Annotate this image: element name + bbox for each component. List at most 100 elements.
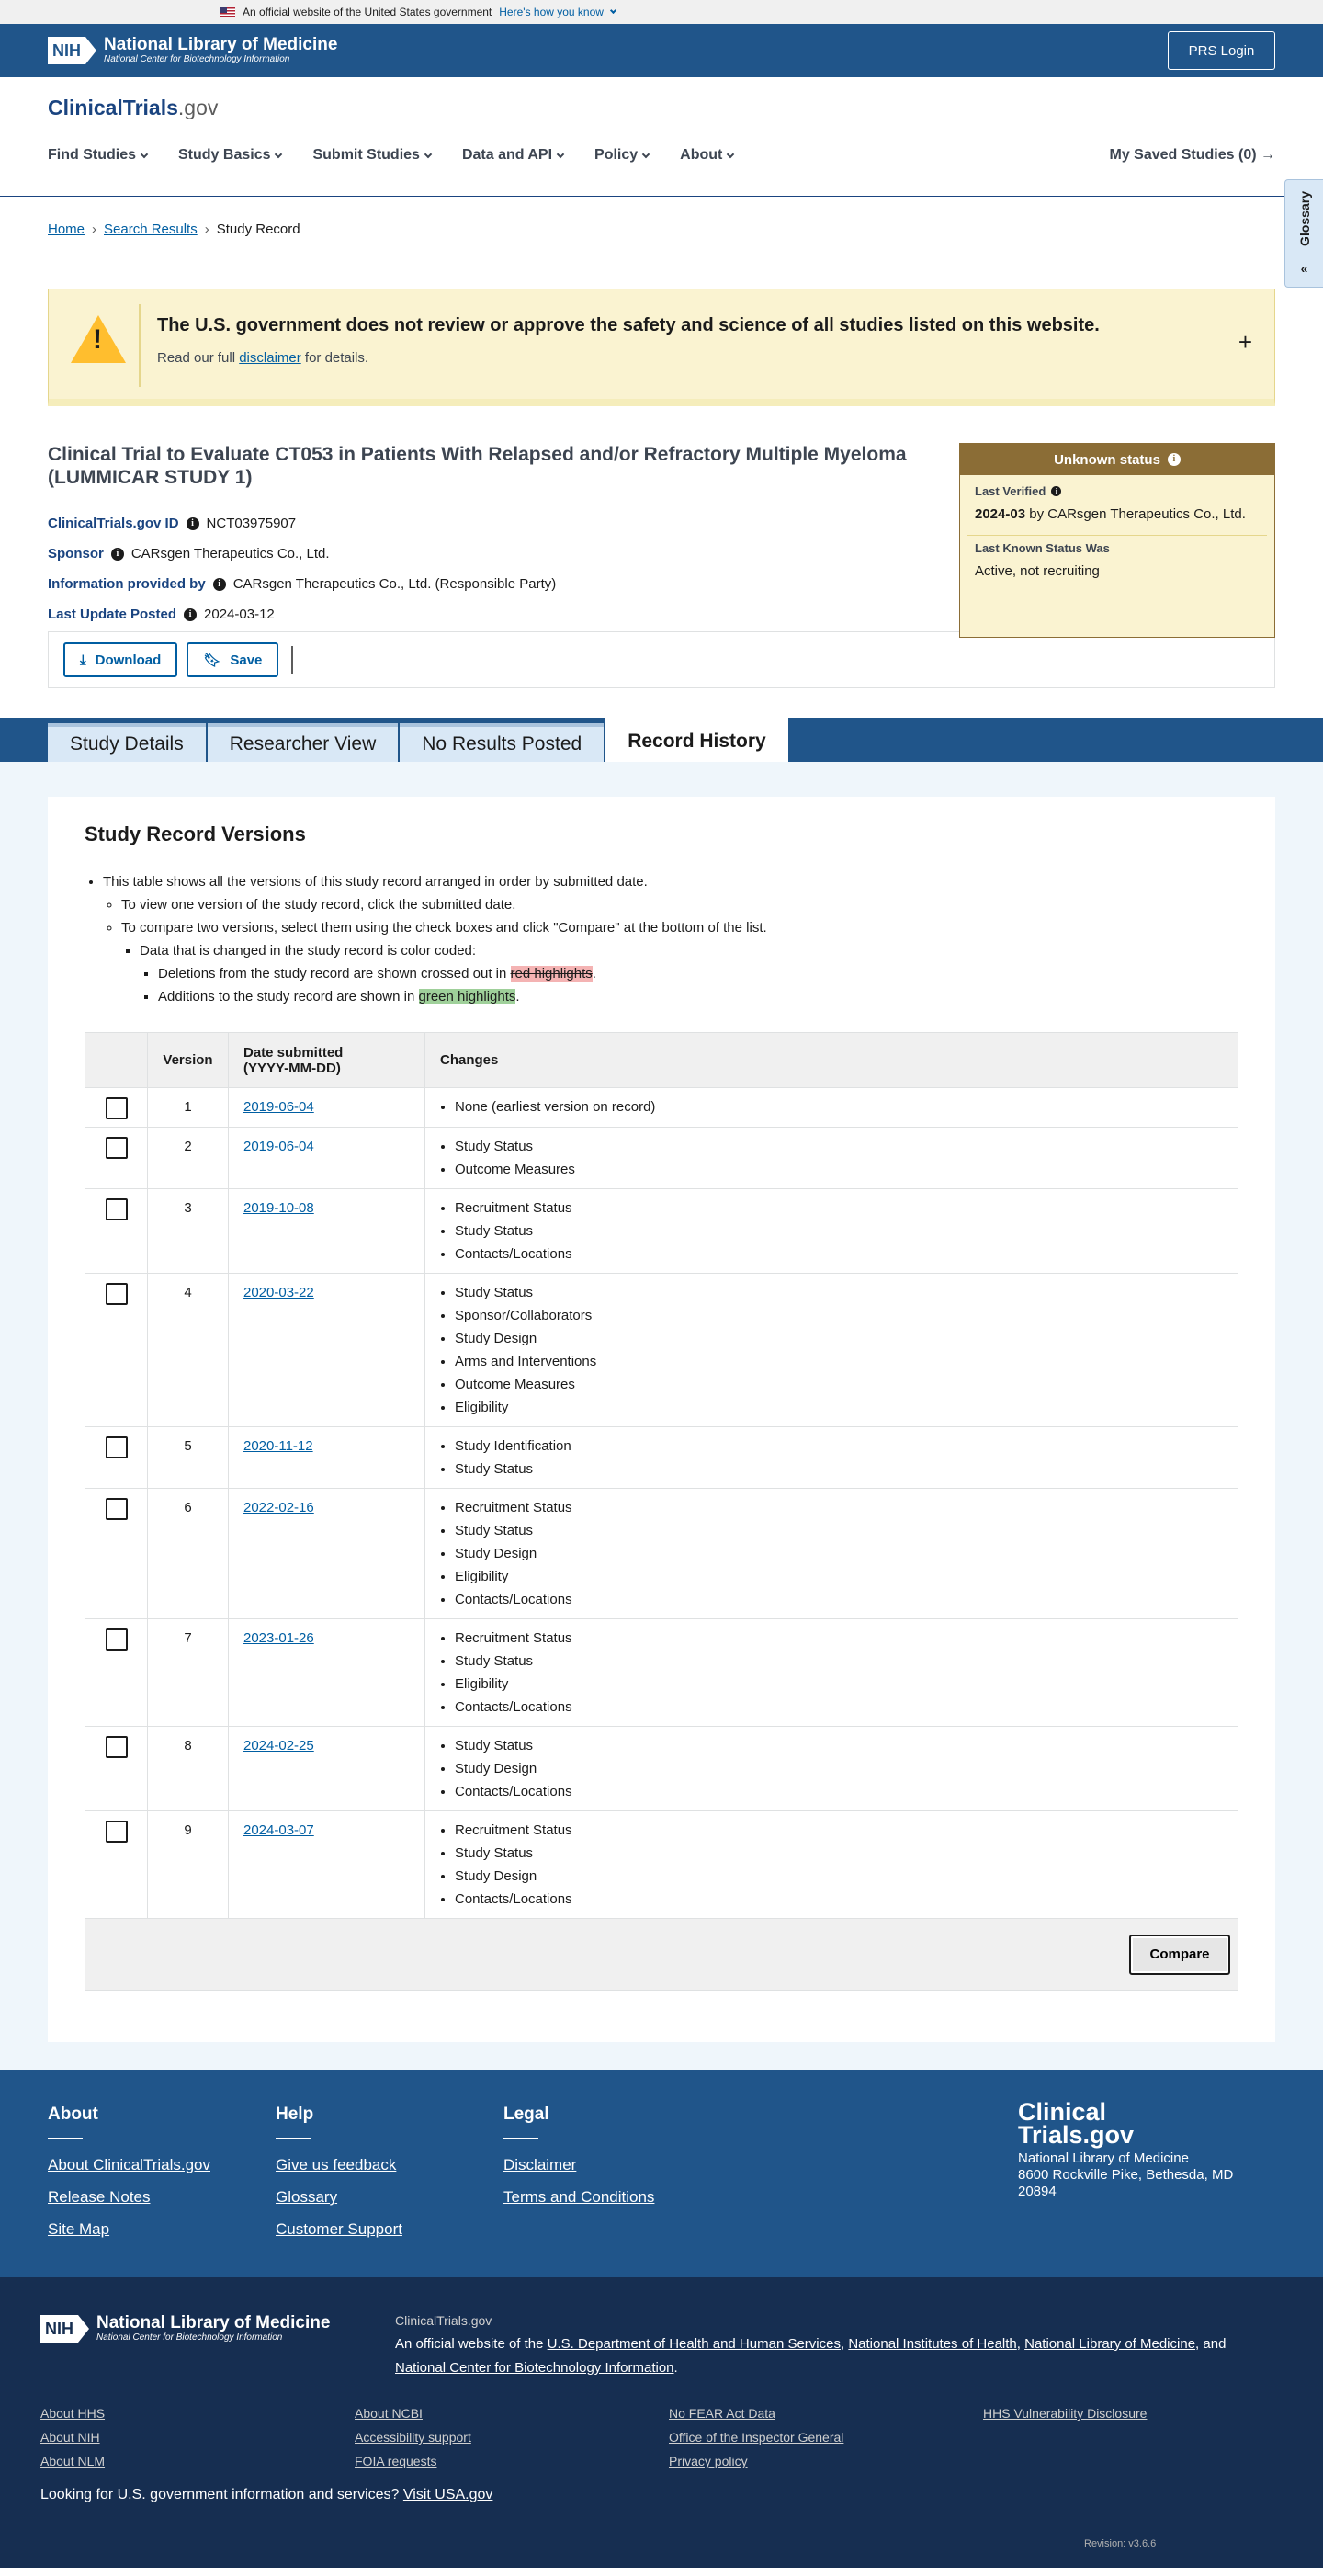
study-header: Clinical Trial to Evaluate CT053 in Pati… xyxy=(0,406,1323,638)
agency-link[interactable]: Accessibility support xyxy=(355,2430,669,2445)
footer-link[interactable]: Glossary xyxy=(276,2188,402,2207)
version-date-link[interactable]: 2020-11-12 xyxy=(243,1438,313,1454)
version-date-link[interactable]: 2019-06-04 xyxy=(243,1099,314,1115)
footer-link[interactable]: Give us feedback xyxy=(276,2156,402,2174)
nav-study-basics[interactable]: Study Basics xyxy=(178,147,283,164)
usa-gov-link[interactable]: Visit USA.gov xyxy=(403,2487,493,2502)
footer-logo[interactable]: Clinical Trials.gov xyxy=(1018,2100,1233,2148)
version-date-link[interactable]: 2024-03-07 xyxy=(243,1822,314,1838)
table-row: 7 2023-01-26 Recruitment StatusStudy Statu… xyxy=(85,1618,1238,1727)
nih-link[interactable]: National Institutes of Health xyxy=(848,2336,1016,2352)
red-highlight-sample: red highlights xyxy=(510,966,593,982)
version-checkbox[interactable] xyxy=(105,1628,128,1651)
info-icon[interactable]: i xyxy=(186,516,199,530)
version-checkbox[interactable] xyxy=(105,1137,128,1159)
table-row: 5 2020-11-12 Study IdentificationStudy Sta… xyxy=(85,1426,1238,1489)
version-changes: None (earliest version on record) xyxy=(424,1087,1238,1128)
info-icon[interactable]: i xyxy=(212,577,226,591)
hhs-link[interactable]: U.S. Department of Health and Human Serv… xyxy=(548,2336,841,2352)
table-row: 3 2019-10-08 Recruitment StatusStudy Statu… xyxy=(85,1188,1238,1274)
info-icon[interactable]: i xyxy=(1167,453,1181,466)
footer-link[interactable]: Release Notes xyxy=(48,2188,210,2207)
table-row: 9 2024-03-07 Recruitment StatusStudy Statu… xyxy=(85,1810,1238,1919)
gov-banner: An official website of the United States… xyxy=(0,0,1323,24)
change-item: Study Identification xyxy=(455,1435,1223,1458)
table-row: 8 2024-02-25 Study StatusStudy DesignConta… xyxy=(85,1726,1238,1811)
nav-policy[interactable]: Policy xyxy=(594,147,650,164)
prs-login-button[interactable]: PRS Login xyxy=(1168,31,1275,70)
change-item: Study Status xyxy=(455,1220,1223,1243)
chevron-down-icon[interactable] xyxy=(609,6,616,15)
agency-link[interactable]: Privacy policy xyxy=(669,2454,983,2468)
change-item: Recruitment Status xyxy=(455,1819,1223,1842)
breadcrumb-search-results[interactable]: Search Results xyxy=(104,221,198,237)
saved-studies-link[interactable]: My Saved Studies (0) → xyxy=(1110,147,1276,164)
save-button[interactable]: 🔖︎ Save xyxy=(187,642,279,677)
nih-bar: NIH National Library of Medicine Nationa… xyxy=(0,24,1323,77)
version-checkbox[interactable] xyxy=(105,1436,128,1458)
agency-statement: ClinicalTrials.gov An official website o… xyxy=(395,2313,1227,2376)
meta-value: CARsgen Therapeutics Co., Ltd. xyxy=(130,546,330,562)
agency-link[interactable]: About NLM xyxy=(40,2454,355,2468)
download-button[interactable]: ⤓ Download xyxy=(63,642,178,677)
version-date-link[interactable]: 2020-03-22 xyxy=(243,1285,314,1300)
version-date-link[interactable]: 2024-02-25 xyxy=(243,1738,314,1753)
breadcrumb-home[interactable]: Home xyxy=(48,221,85,237)
version-checkbox[interactable] xyxy=(105,1498,128,1520)
nlm-logo[interactable]: NIH National Library of Medicine Nationa… xyxy=(48,36,337,65)
change-item: Study Design xyxy=(455,1542,1223,1565)
change-item: Eligibility xyxy=(455,1673,1223,1696)
footer-link[interactable]: About ClinicalTrials.gov xyxy=(48,2156,210,2174)
info-icon[interactable]: i xyxy=(184,607,198,621)
tab-researcher-view[interactable]: Researcher View xyxy=(207,723,399,762)
ncbi-link[interactable]: National Center for Biotechnology Inform… xyxy=(395,2360,674,2376)
chevron-down-icon xyxy=(556,150,565,158)
disclaimer-link[interactable]: disclaimer xyxy=(239,350,301,366)
version-checkbox[interactable] xyxy=(105,1283,128,1305)
tab-no-results-posted[interactable]: No Results Posted xyxy=(400,723,605,762)
change-item: Contacts/Locations xyxy=(455,1588,1223,1611)
chevron-down-icon xyxy=(424,150,433,158)
change-item: Eligibility xyxy=(455,1565,1223,1588)
meta-value: CARsgen Therapeutics Co., Ltd. (Responsi… xyxy=(232,576,557,592)
footer-link[interactable]: Customer Support xyxy=(276,2220,402,2239)
info-icon[interactable]: i xyxy=(110,547,124,561)
version-checkbox[interactable] xyxy=(105,1198,128,1220)
change-item: Recruitment Status xyxy=(455,1197,1223,1220)
version-checkbox[interactable] xyxy=(105,1736,128,1758)
tab-study-details[interactable]: Study Details xyxy=(48,723,206,762)
footer-about: About About ClinicalTrials.gov Release N… xyxy=(48,2105,210,2239)
footer-link[interactable]: Disclaimer xyxy=(503,2156,654,2174)
ncbi-name: National Center for Biotechnology Inform… xyxy=(104,54,290,64)
footer-link[interactable]: Site Map xyxy=(48,2220,210,2239)
nlm-link[interactable]: National Library of Medicine xyxy=(1024,2336,1195,2352)
version-date-link[interactable]: 2019-10-08 xyxy=(243,1200,314,1216)
nav-data-api[interactable]: Data and API xyxy=(462,147,565,164)
nav-find-studies[interactable]: Find Studies xyxy=(48,147,149,164)
info-icon[interactable]: i xyxy=(1051,486,1062,496)
agency-link[interactable]: About HHS xyxy=(40,2406,355,2421)
agency-link[interactable]: No FEAR Act Data xyxy=(669,2406,983,2421)
version-date-link[interactable]: 2019-06-04 xyxy=(243,1139,314,1154)
agency-link[interactable]: HHS Vulnerability Disclosure xyxy=(983,2406,1297,2421)
footer-link[interactable]: Terms and Conditions xyxy=(503,2188,654,2207)
version-date-link[interactable]: 2022-02-16 xyxy=(243,1500,314,1515)
agency-link[interactable]: About NIH xyxy=(40,2430,355,2445)
tab-record-history[interactable]: Record History xyxy=(605,718,788,762)
compare-button[interactable]: Compare xyxy=(1129,1934,1230,1975)
version-checkbox[interactable] xyxy=(105,1821,128,1843)
expand-plus-icon[interactable]: + xyxy=(1238,328,1252,357)
nav-about[interactable]: About xyxy=(680,147,735,164)
site-brand[interactable]: ClinicalTrials.gov xyxy=(48,96,218,120)
version-date-link[interactable]: 2023-01-26 xyxy=(243,1630,314,1646)
agency-link[interactable]: About NCBI xyxy=(355,2406,669,2421)
nlm-footer-logo[interactable]: NIH National Library of Medicine Nationa… xyxy=(40,2314,330,2343)
agency-link[interactable]: FOIA requests xyxy=(355,2454,669,2468)
agency-link[interactable]: Office of the Inspector General xyxy=(669,2430,983,2445)
how-you-know-link[interactable]: Here's how you know xyxy=(499,6,604,18)
glossary-tab[interactable]: Glossary « xyxy=(1284,179,1323,288)
nav-submit-studies[interactable]: Submit Studies xyxy=(312,147,433,164)
change-item: Study Design xyxy=(455,1865,1223,1888)
version-checkbox[interactable] xyxy=(105,1097,128,1119)
last-verified-label: Last Verified i xyxy=(975,484,1260,498)
